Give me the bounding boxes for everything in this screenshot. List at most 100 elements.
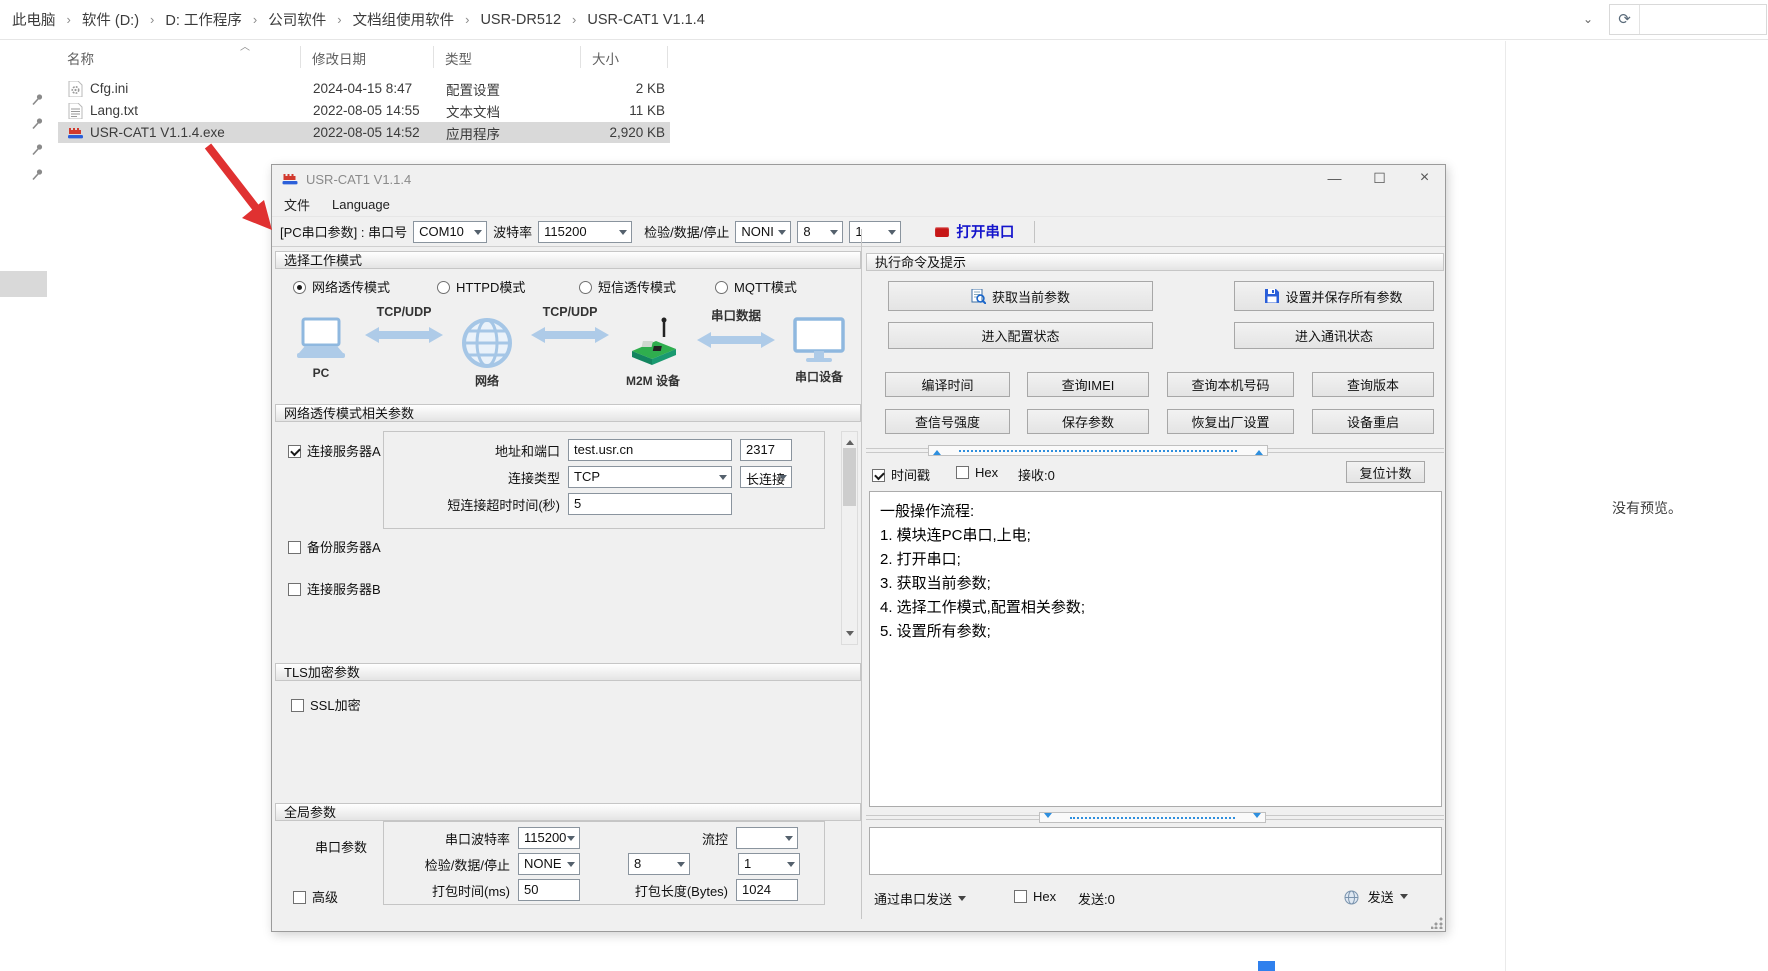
g-baud-select[interactable]: 115200 <box>518 827 580 849</box>
compile-time-button[interactable]: 编译时间 <box>885 372 1010 397</box>
menu-language[interactable]: Language <box>332 197 390 212</box>
breadcrumb-item[interactable]: D: 工作程序 <box>163 9 244 30</box>
breadcrumb-item[interactable]: USR-DR512 <box>478 12 563 28</box>
breadcrumb-item[interactable]: USR-CAT1 V1.1.4 <box>585 12 706 28</box>
pin-icon[interactable] <box>31 168 44 181</box>
preview-pane-divider[interactable] <box>1505 41 1506 971</box>
pack-len-input[interactable]: 1024 <box>736 879 798 901</box>
factory-reset-button[interactable]: 恢复出厂设置 <box>1167 409 1294 434</box>
column-divider[interactable] <box>300 46 301 68</box>
signal-strength-button[interactable]: 查信号强度 <box>885 409 1010 434</box>
splitter-handle[interactable] <box>928 445 1268 456</box>
advanced-checkbox[interactable]: 高级 <box>293 887 338 906</box>
mode-radio-sms[interactable]: 短信透传模式 <box>579 277 676 296</box>
radio-selected-icon <box>293 281 306 294</box>
enter-config-button[interactable]: 进入配置状态 <box>888 322 1153 349</box>
column-header-type[interactable]: 类型 <box>445 48 472 68</box>
serial-params-group-label: 串口参数 <box>315 837 367 856</box>
maximize-button[interactable]: ☐ <box>1357 165 1402 193</box>
reset-counter-button[interactable]: 复位计数 <box>1346 461 1425 483</box>
keepalive-select[interactable]: 长连接 <box>740 466 792 488</box>
query-version-button[interactable]: 查询版本 <box>1312 372 1434 397</box>
conn-type-select[interactable]: TCP <box>568 466 732 488</box>
file-row[interactable]: Lang.txt 2022-08-05 14:55 文本文档 11 KB <box>58 100 670 121</box>
send-input-area[interactable] <box>869 827 1442 875</box>
splitter-handle[interactable] <box>1039 812 1266 823</box>
breadcrumb-item[interactable]: 此电脑 <box>10 9 58 30</box>
send-button[interactable]: 发送 <box>1344 887 1408 906</box>
pack-time-input[interactable]: 50 <box>518 879 580 901</box>
chevron-down-icon <box>958 896 966 905</box>
breadcrumb: 此电脑› 软件 (D:)› D: 工作程序› 公司软件› 文档组使用软件› US… <box>0 0 1768 40</box>
scrollbar-thumb[interactable] <box>843 448 856 506</box>
resize-grip[interactable] <box>1431 917 1443 929</box>
column-header-name[interactable]: 名称 <box>67 48 94 68</box>
breadcrumb-item[interactable]: 文档组使用软件 <box>351 9 457 30</box>
splitter-dots <box>959 450 1237 452</box>
file-row-selected[interactable]: USR-CAT1 V1.1.4.exe 2022-08-05 14:52 应用程… <box>58 122 670 143</box>
column-divider[interactable] <box>433 46 434 68</box>
mode-radio-mqtt[interactable]: MQTT模式 <box>715 277 797 296</box>
hex-recv-checkbox[interactable]: Hex <box>956 465 998 480</box>
breadcrumb-item[interactable]: 公司软件 <box>266 9 328 30</box>
g-stopbits-select[interactable]: 1 <box>738 853 800 875</box>
breadcrumb-item[interactable]: 软件 (D:) <box>80 9 141 30</box>
column-header-date[interactable]: 修改日期 <box>312 48 366 68</box>
diagram-tcp2-label: TCP/UDP <box>543 305 598 319</box>
double-arrow-icon <box>697 330 775 350</box>
save-params-button[interactable]: 保存参数 <box>1027 409 1149 434</box>
hex-send-checkbox[interactable]: Hex <box>1014 889 1056 904</box>
refresh-icon[interactable]: ⟳ <box>1610 5 1640 34</box>
enter-comm-button[interactable]: 进入通讯状态 <box>1234 322 1434 349</box>
file-row[interactable]: Cfg.ini 2024-04-15 8:47 配置设置 2 KB <box>58 78 670 99</box>
timeout-label: 短连接超时时间(秒) <box>384 495 560 514</box>
pin-icon[interactable] <box>31 93 44 106</box>
server-address-input[interactable]: test.usr.cn <box>568 439 732 461</box>
scroll-up-icon[interactable] <box>846 436 854 445</box>
device-restart-button[interactable]: 设备重启 <box>1312 409 1434 434</box>
g-parity-select[interactable]: NONE <box>518 853 580 875</box>
m2m-device-icon <box>624 317 682 369</box>
column-header-size[interactable]: 大小 <box>592 48 619 68</box>
splitter-arrow-icon <box>1255 446 1263 455</box>
chevron-down-icon <box>1400 894 1408 903</box>
mode-radio-net[interactable]: 网络透传模式 <box>293 277 390 296</box>
search-input[interactable] <box>1641 6 1765 33</box>
flow-select[interactable] <box>736 827 798 849</box>
minimize-button[interactable]: — <box>1312 165 1357 193</box>
sent-counter: 发送:0 <box>1078 889 1115 908</box>
column-divider[interactable] <box>667 46 668 68</box>
pin-icon[interactable] <box>31 143 44 156</box>
log-line: 4. 选择工作模式,配置相关参数; <box>880 596 1431 620</box>
chevron-down-icon[interactable]: ⌄ <box>1583 12 1593 26</box>
scroll-down-icon[interactable] <box>846 631 854 640</box>
timeout-input[interactable]: 5 <box>568 493 732 515</box>
mode-radio-httpd[interactable]: HTTPD模式 <box>437 277 525 296</box>
file-type: 应用程序 <box>446 123 500 143</box>
server-b-checkbox[interactable]: 连接服务器B <box>288 579 381 598</box>
window-titlebar[interactable]: USR-CAT1 V1.1.4 <box>272 165 1445 193</box>
set-save-params-button[interactable]: 设置并保存所有参数 <box>1234 281 1434 311</box>
close-button[interactable]: × <box>1402 165 1447 193</box>
get-params-button[interactable]: 获取当前参数 <box>888 281 1153 311</box>
send-via-serial-dropdown[interactable]: 通过串口发送 <box>874 889 966 908</box>
double-arrow-icon <box>531 325 609 345</box>
diagram-serial-label: 串口设备 <box>795 368 843 385</box>
log-area[interactable]: 一般操作流程: 1. 模块连PC串口,上电; 2. 打开串口; 3. 获取当前参… <box>869 491 1442 807</box>
scrollbar-vertical[interactable] <box>841 431 858 645</box>
query-number-button[interactable]: 查询本机号码 <box>1167 372 1294 397</box>
server-a-checkbox[interactable]: 连接服务器A <box>288 441 381 460</box>
timestamp-checkbox[interactable]: 时间戳 <box>872 465 930 484</box>
file-type: 文本文档 <box>446 101 500 121</box>
pin-icon[interactable] <box>31 117 44 130</box>
backup-server-checkbox[interactable]: 备份服务器A <box>288 537 381 556</box>
radio-icon <box>715 281 728 294</box>
column-divider[interactable] <box>580 46 581 68</box>
g-baud-label: 串口波特率 <box>384 829 510 848</box>
g-databits-select[interactable]: 8 <box>628 853 690 875</box>
file-type: 配置设置 <box>446 79 500 99</box>
ssl-checkbox[interactable]: SSL加密 <box>291 695 361 714</box>
server-port-input[interactable]: 2317 <box>740 439 792 461</box>
usr-cat1-window: USR-CAT1 V1.1.4 — ☐ × 文件 Language [PC串口参… <box>271 164 1446 932</box>
query-imei-button[interactable]: 查询IMEI <box>1027 372 1149 397</box>
